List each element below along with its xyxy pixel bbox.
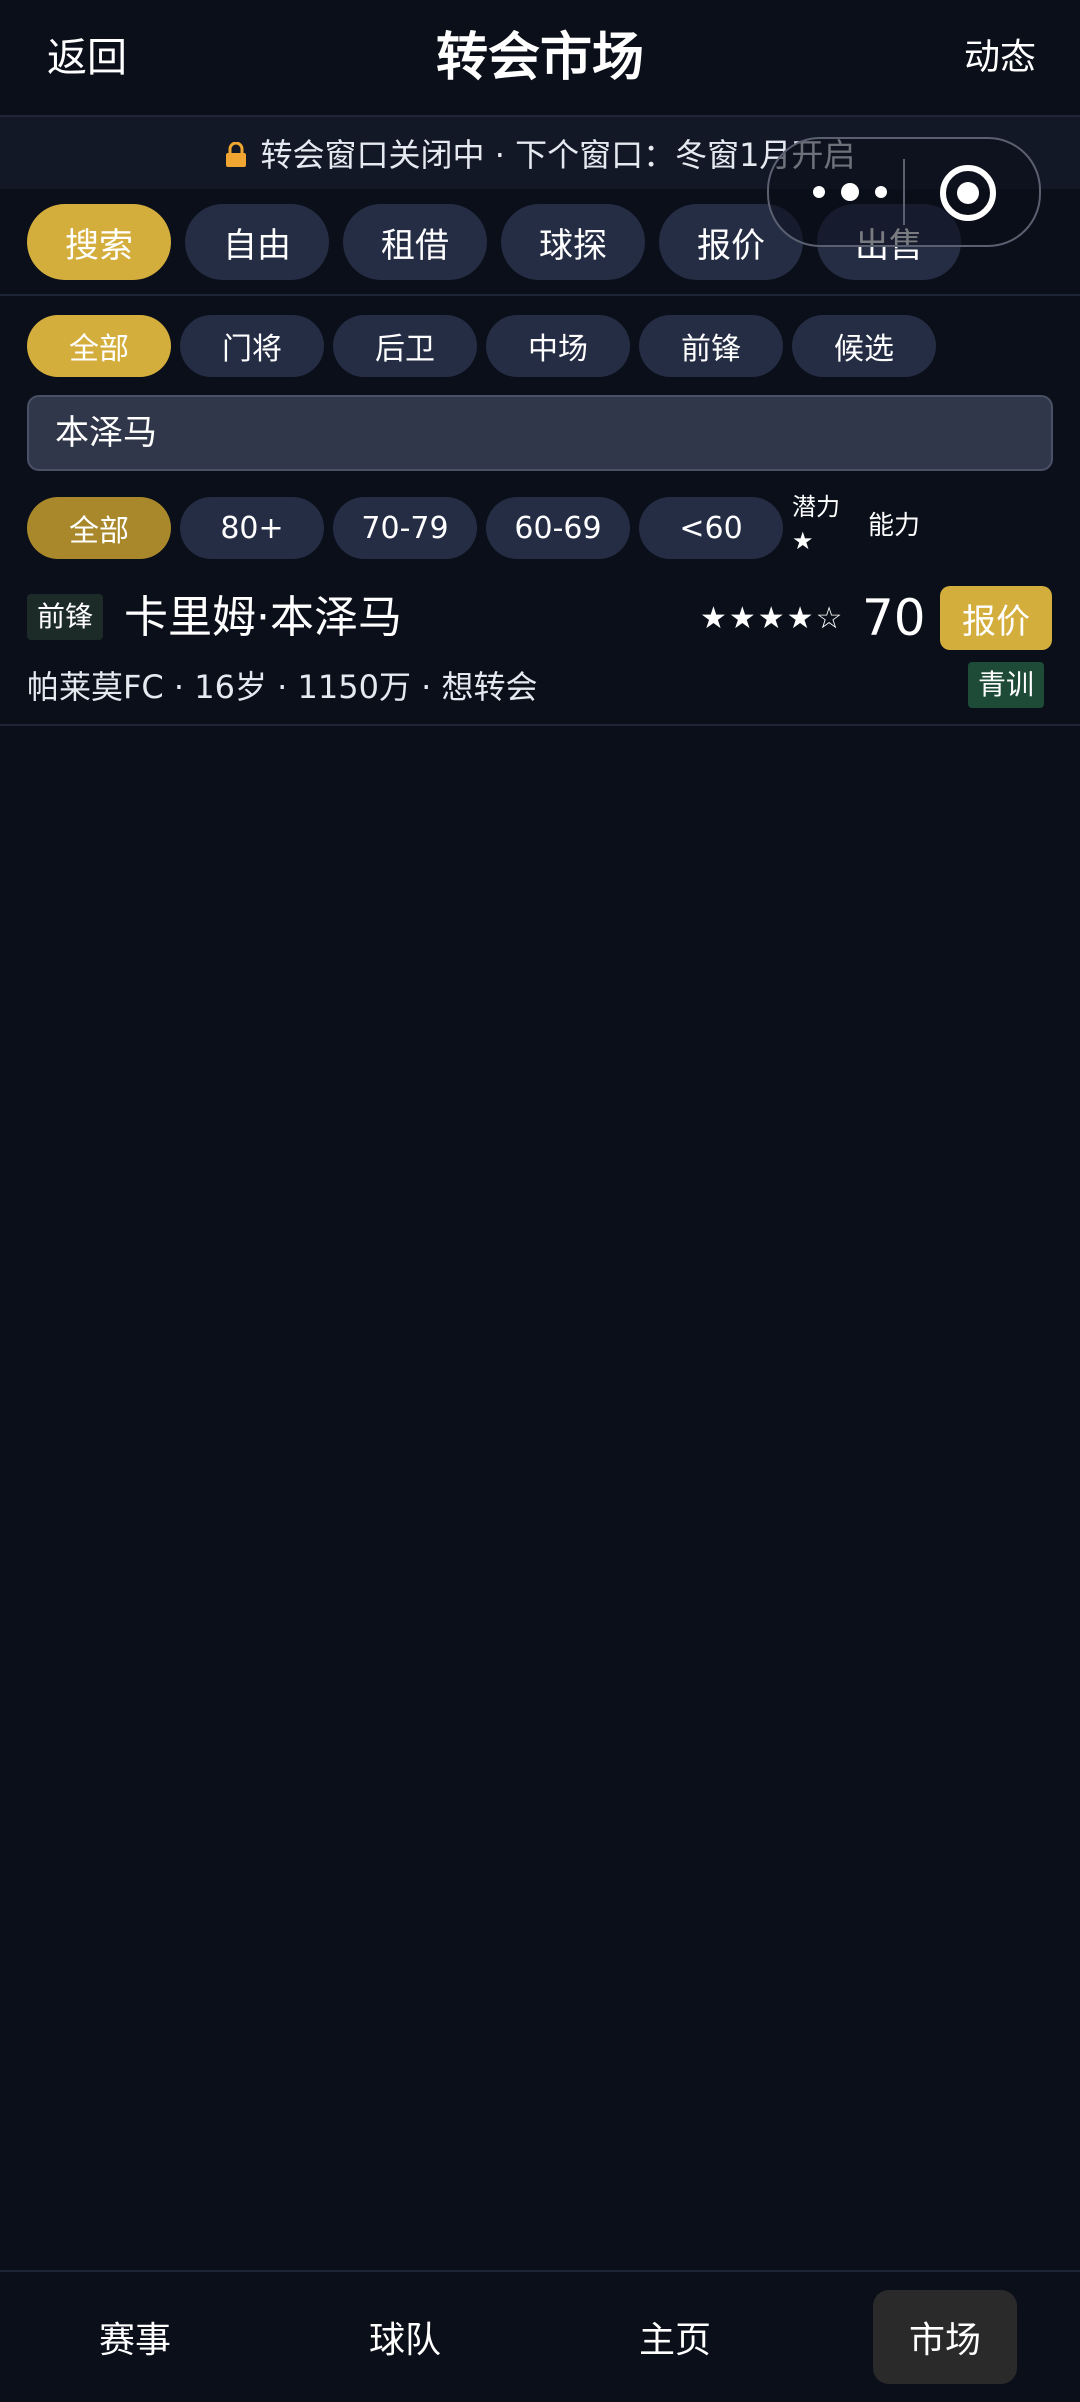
nav-market[interactable]: 市场 <box>873 2290 1017 2384</box>
mini-program-capsule <box>767 137 1041 247</box>
position-filter: 全部 门将 后卫 中场 前锋 候选 <box>27 315 936 377</box>
offer-button[interactable]: 报价 <box>940 586 1052 650</box>
lock-icon <box>225 142 246 167</box>
header: 返回 转会市场 动态 <box>0 0 1080 117</box>
player-rating: 70 <box>862 589 926 647</box>
player-row[interactable]: 前锋 卡里姆·本泽马 ★★★★☆ 70 报价 帕莱莫FC · 16岁 · 115… <box>0 570 1080 726</box>
player-meta: 帕莱莫FC · 16岁 · 1150万 · 想转会 <box>27 668 538 706</box>
tabs-divider <box>0 294 1080 296</box>
nav-matches[interactable]: 赛事 <box>63 2290 207 2384</box>
sort-by-ability[interactable]: 能力 <box>868 509 920 543</box>
nav-home[interactable]: 主页 <box>603 2290 747 2384</box>
nav-team[interactable]: 球队 <box>333 2290 477 2384</box>
tab-search[interactable]: 搜索 <box>27 204 171 280</box>
rating-filter-below-60[interactable]: <60 <box>639 497 783 559</box>
position-filter-midfielder[interactable]: 中场 <box>486 315 630 377</box>
position-filter-defender[interactable]: 后卫 <box>333 315 477 377</box>
position-badge: 前锋 <box>27 594 104 640</box>
position-filter-goalkeeper[interactable]: 门将 <box>180 315 324 377</box>
position-filter-forward[interactable]: 前锋 <box>639 315 783 377</box>
rating-filter: 全部 80+ 70-79 60-69 <60 <box>27 497 783 559</box>
rating-filter-all[interactable]: 全部 <box>27 497 171 559</box>
page-title: 转会市场 <box>435 28 644 88</box>
bottom-nav: 赛事 球队 主页 市场 <box>0 2270 1080 2402</box>
potential-stars: ★★★★☆ <box>700 601 845 636</box>
notice-text: 转会窗口关闭中 · 下个窗口：冬窗1月开启 <box>260 136 856 174</box>
rating-filter-80-plus[interactable]: 80+ <box>180 497 324 559</box>
search-input[interactable]: 本泽马 <box>27 395 1053 471</box>
rating-filter-70-79[interactable]: 70-79 <box>333 497 477 559</box>
capsule-divider <box>903 159 905 225</box>
youth-academy-badge: 青训 <box>968 662 1044 708</box>
rating-filter-60-69[interactable]: 60-69 <box>486 497 630 559</box>
position-filter-all[interactable]: 全部 <box>27 315 171 377</box>
tab-scout[interactable]: 球探 <box>501 204 645 280</box>
tab-loan[interactable]: 租借 <box>343 204 487 280</box>
sort-by-potential[interactable]: 潜力★ <box>792 490 852 558</box>
activity-button[interactable]: 动态 <box>964 30 1036 86</box>
position-filter-shortlist[interactable]: 候选 <box>792 315 936 377</box>
more-icon[interactable] <box>805 177 895 207</box>
tab-free[interactable]: 自由 <box>185 204 329 280</box>
player-name: 卡里姆·本泽马 <box>124 592 402 643</box>
close-target-icon[interactable] <box>939 164 997 222</box>
